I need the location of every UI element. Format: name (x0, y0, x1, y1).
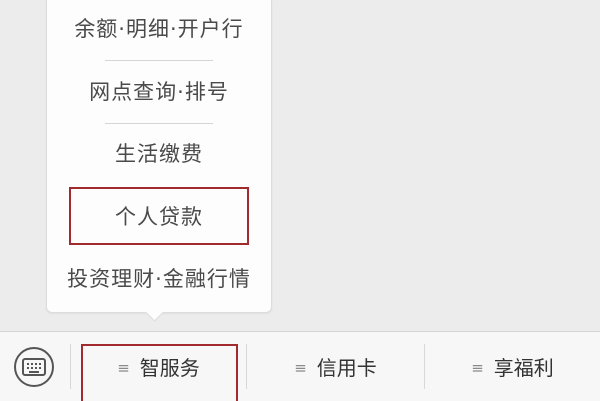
menu-item-utility-payment[interactable]: 生活缴费 (47, 139, 271, 169)
keyboard-toggle-button[interactable] (14, 347, 54, 387)
menu-divider (105, 60, 213, 61)
keyboard-icon (22, 358, 46, 376)
menu-item-balance-details[interactable]: 余额·明细·开户行 (47, 14, 271, 44)
menu-item-personal-loan[interactable]: 个人贷款 (47, 202, 271, 232)
menu-item-branch-query[interactable]: 网点查询·排号 (47, 77, 271, 107)
menu-item-investment[interactable]: 投资理财·金融行情 (47, 264, 271, 294)
menu-lines-icon: ≡ (471, 358, 484, 377)
bottom-menu-bar: ≡ 智服务 ≡ 信用卡 ≡ 享福利 (0, 331, 600, 401)
tab-label: 享福利 (493, 356, 554, 380)
tab-credit-card[interactable]: ≡ 信用卡 (247, 332, 424, 401)
tab-benefits[interactable]: ≡ 享福利 (425, 332, 600, 401)
menu-lines-icon: ≡ (294, 358, 307, 377)
tab-label: 信用卡 (316, 356, 377, 380)
tab-highlight-frame (81, 344, 238, 401)
menu-divider (105, 123, 213, 124)
service-popup-menu: 余额·明细·开户行 网点查询·排号 生活缴费 个人贷款 投资理财·金融行情 (46, 0, 272, 313)
